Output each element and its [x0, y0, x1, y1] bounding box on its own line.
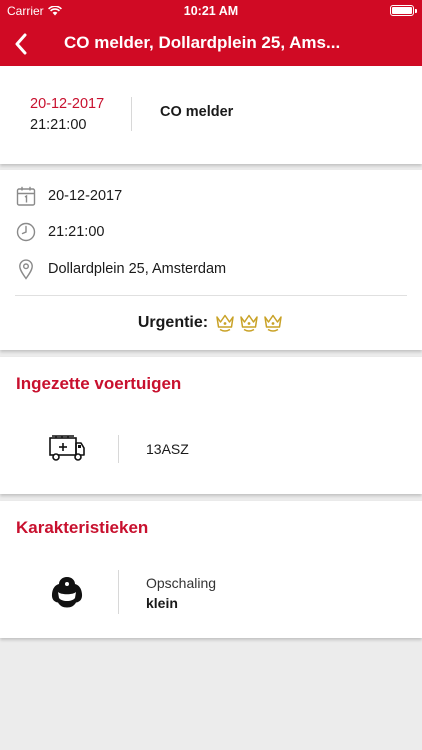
battery-icon [390, 5, 417, 16]
location-pin-icon [19, 259, 33, 280]
summary-divider [131, 97, 132, 131]
nav-bar: CO melder, Dollardplein 25, Ams... [0, 22, 422, 66]
characteristics-section-title: Karakteristieken [16, 518, 149, 537]
clock-icon [16, 222, 36, 242]
urgency-crowns [214, 313, 284, 333]
crown-icon [216, 314, 234, 332]
detail-row-time: 21:21:00 [0, 221, 422, 245]
urgency-indicator: Urgentie: [0, 313, 422, 333]
calendar-icon [16, 186, 36, 206]
incident-summary-card: 20-12-2017 21:21:00 CO melder [0, 66, 422, 164]
page-title: CO melder, Dollardplein 25, Ams... [64, 33, 341, 52]
detail-date: 20-12-2017 [48, 188, 123, 204]
back-button[interactable] [6, 26, 36, 62]
characteristics-card: Karakteristieken Opschaling klein [0, 501, 422, 638]
detail-address: Dollardplein 25, Amsterdam [48, 261, 227, 277]
firefighter-helmet-icon [51, 577, 83, 608]
vehicle-divider [118, 435, 119, 463]
top-bar: Carrier 10:21 AM CO melder, Dollardplein… [0, 0, 422, 66]
characteristic-label: Opschaling [146, 575, 217, 591]
status-bar: Carrier 10:21 AM [0, 0, 422, 22]
detail-time: 21:21:00 [48, 224, 105, 240]
crown-icon [264, 314, 282, 332]
vehicle-code: 13ASZ [146, 441, 189, 457]
summary-incident-type: CO melder [160, 104, 234, 120]
detail-row-address: Dollardplein 25, Amsterdam [0, 258, 422, 282]
characteristic-value: klein [146, 595, 178, 611]
incident-details-card: 20-12-2017 21:21:00 Dollardplein 25, Ams… [0, 170, 422, 350]
detail-row-date: 20-12-2017 [0, 185, 422, 209]
status-time: 10:21 AM [183, 4, 239, 18]
summary-date: 20-12-2017 [30, 96, 105, 112]
characteristic-divider [118, 570, 119, 614]
app-root: Carrier 10:21 AM CO melder, Dollardplein… [0, 0, 422, 750]
vehicles-section-title: Ingezette voertuigen [16, 374, 182, 393]
summary-time: 21:21:00 [30, 117, 87, 133]
chevron-left-icon [15, 33, 27, 55]
fire-truck-icon [49, 435, 85, 461]
details-divider [15, 295, 407, 296]
vehicles-card: Ingezette voertuigen 13ASZ [0, 357, 422, 494]
urgency-label: Urgentie: [137, 314, 209, 331]
crown-icon [240, 314, 258, 332]
